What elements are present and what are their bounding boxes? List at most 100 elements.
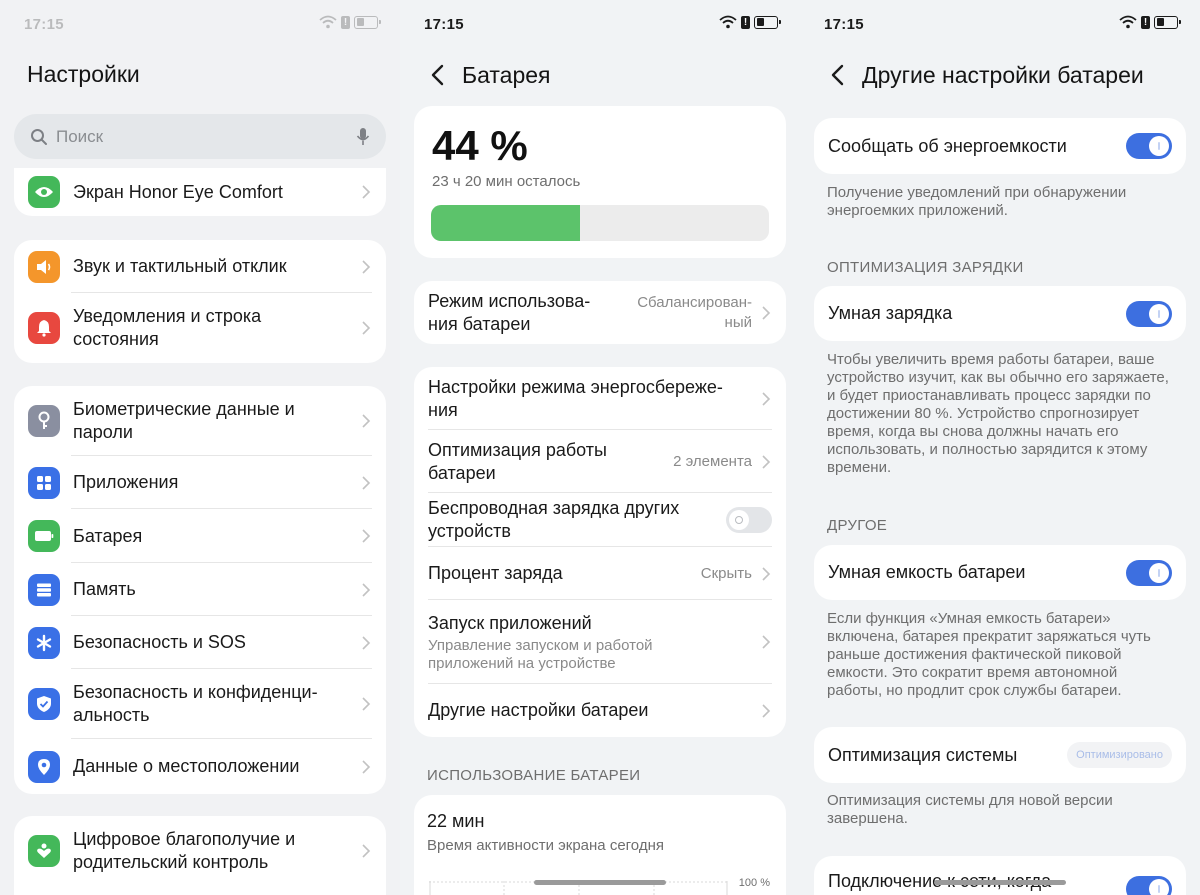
settings-item-label: Цифровое благополучие и родительский кон… bbox=[73, 829, 296, 872]
search-placeholder: Поиск bbox=[56, 126, 104, 146]
chevron-right-icon bbox=[362, 321, 371, 335]
settings-item-privacy[interactable]: Безопасность и конфиденци­альность bbox=[14, 669, 386, 739]
bell-icon bbox=[28, 312, 60, 344]
status-time: 17:15 bbox=[824, 16, 864, 33]
settings-item-label: Безопасность и SOS bbox=[73, 632, 246, 652]
settings-item-storage[interactable]: Память bbox=[14, 563, 386, 616]
mode-card: Режим использова­ния батареи Сбалансиров… bbox=[414, 281, 786, 344]
battery-screen: 17:15 ! Батарея 44 % 23 ч 20 мин осталос… bbox=[400, 0, 800, 895]
network-card: Подключение к сети, когда bbox=[814, 856, 1186, 895]
chevron-right-icon bbox=[762, 305, 771, 320]
eye-icon bbox=[28, 176, 60, 208]
battery-mode-item[interactable]: Режим использова­ния батареи Сбалансиров… bbox=[414, 281, 786, 344]
power-saving-item[interactable]: Настройки режима энергосбереже­ния bbox=[414, 367, 786, 430]
home-indicator[interactable] bbox=[934, 880, 1066, 885]
report-energy-toggle[interactable] bbox=[1126, 133, 1172, 159]
settings-item-label: Звук и тактильный отклик bbox=[73, 256, 287, 276]
status-bar: 17:15 ! bbox=[0, 0, 400, 50]
settings-item-sound[interactable]: Звук и тактильный отклик bbox=[14, 240, 386, 293]
search-input[interactable]: Поиск bbox=[14, 114, 386, 159]
system-optimization-item[interactable]: Оптимизация системы Оптимизировано bbox=[814, 727, 1186, 783]
app-launch-item[interactable]: Запуск приложений Управление запуском и … bbox=[414, 600, 786, 684]
chevron-right-icon bbox=[362, 185, 371, 199]
alert-icon: ! bbox=[341, 15, 350, 29]
settings-item-label: Данные о местоположении bbox=[73, 756, 300, 776]
battery-status-icon bbox=[754, 15, 781, 29]
settings-item-battery[interactable]: Батарея bbox=[14, 509, 386, 563]
settings-item-eye-comfort[interactable]: Экран Honor Eye Comfort bbox=[14, 168, 386, 216]
smart-charge-label: Умная зарядка bbox=[828, 303, 953, 323]
battery-status-icon bbox=[1154, 15, 1181, 29]
toggle-knob bbox=[1149, 136, 1169, 156]
settings-item-apps[interactable]: Приложения bbox=[14, 456, 386, 509]
settings-item-location[interactable]: Данные о местоположении bbox=[14, 739, 386, 794]
chevron-right-icon bbox=[362, 582, 371, 597]
chevron-right-icon bbox=[362, 475, 371, 490]
settings-item-label: Память bbox=[73, 579, 136, 599]
battery-level-bar bbox=[431, 205, 769, 241]
status-bar: 17:15 ! bbox=[400, 0, 800, 50]
page-title: Настройки bbox=[27, 61, 140, 87]
wireless-charging-toggle[interactable] bbox=[726, 507, 772, 533]
toggle-knob bbox=[1149, 562, 1169, 583]
storage-icon bbox=[28, 573, 60, 606]
microphone-icon[interactable] bbox=[356, 127, 370, 147]
settings-item-label: Батарея bbox=[73, 525, 143, 546]
settings-screen: 17:15 ! Настройки Поиск Экран Honor Eye … bbox=[0, 0, 400, 895]
smart-charge-toggle[interactable] bbox=[1126, 300, 1172, 327]
settings-item-biometrics[interactable]: Биометрические данные и пароли bbox=[14, 386, 386, 456]
report-energy-item: Сообщать об энергоемкости bbox=[814, 118, 1186, 174]
battery-optimization-value: 2 элемента bbox=[673, 452, 752, 470]
wifi-icon bbox=[719, 15, 737, 29]
smart-capacity-card: Умная емкость батареи bbox=[814, 545, 1186, 600]
charge-percent-item[interactable]: Процент заряда Скрыть bbox=[414, 547, 786, 600]
apps-grid-icon bbox=[28, 466, 60, 499]
chevron-right-icon bbox=[362, 259, 371, 274]
sound-card: Звук и тактильный отклик Уведомления и с… bbox=[14, 240, 386, 363]
smart-charge-description: Чтобы увеличить время работы батареи, ва… bbox=[827, 351, 1169, 476]
battery-optimization-label: Оптимизация работы батареи bbox=[428, 439, 607, 483]
app-launch-text: Запуск приложений Управление запуском и … bbox=[428, 612, 756, 673]
status-icons: ! bbox=[319, 15, 381, 29]
battery-mode-label: Режим использова­ния батареи bbox=[428, 290, 591, 334]
settings-item-label: Уведомления и строка состояния bbox=[73, 306, 262, 349]
page-title: Батарея bbox=[462, 62, 551, 88]
wellbeing-card: Цифровое благополучие и родительский кон… bbox=[14, 816, 386, 895]
settings-item-wellbeing[interactable]: Цифровое благополучие и родительский кон… bbox=[14, 816, 386, 886]
settings-item-label: Биометрические данные и пароли bbox=[73, 399, 295, 442]
smart-capacity-toggle[interactable] bbox=[1126, 559, 1172, 586]
app-launch-label: Запуск приложений bbox=[428, 612, 592, 633]
chevron-right-icon bbox=[362, 697, 371, 711]
back-arrow-icon[interactable] bbox=[426, 62, 452, 88]
other-section-header: ДРУГОЕ bbox=[827, 517, 888, 534]
system-optimization-label: Оптимизация системы bbox=[828, 744, 1018, 765]
back-arrow-icon[interactable] bbox=[826, 62, 852, 88]
speaker-icon bbox=[28, 250, 60, 283]
shield-icon bbox=[28, 688, 60, 720]
chevron-right-icon bbox=[362, 414, 371, 428]
smart-capacity-item: Умная емкость батареи bbox=[814, 545, 1186, 600]
settings-item-sos[interactable]: Безопасность и SOS bbox=[14, 616, 386, 669]
usage-section-header: ИСПОЛЬЗОВАНИЕ БАТАРЕИ bbox=[427, 767, 641, 784]
location-pin-icon bbox=[28, 750, 60, 783]
smart-charge-card: Умная зарядка bbox=[814, 286, 1186, 341]
heart-person-icon bbox=[28, 835, 60, 867]
wireless-charging-item: Беспроводная зарядка других устройств bbox=[414, 493, 786, 547]
wifi-icon bbox=[1119, 15, 1137, 29]
toggle-knob bbox=[729, 510, 749, 530]
network-connection-toggle[interactable] bbox=[1126, 876, 1172, 895]
settings-item-notifications[interactable]: Уведомления и строка состояния bbox=[14, 293, 386, 363]
usage-chart-max-label: 100 % bbox=[738, 877, 770, 889]
status-time: 17:15 bbox=[24, 16, 64, 33]
other-battery-settings-item[interactable]: Другие настройки батареи bbox=[414, 684, 786, 737]
settings-item-label: Приложения bbox=[73, 472, 179, 492]
chevron-right-icon bbox=[762, 566, 771, 581]
display-card: Экран Honor Eye Comfort bbox=[14, 168, 386, 216]
main-settings-card: Биометрические данные и пароли Приложени… bbox=[14, 386, 386, 794]
wifi-icon bbox=[319, 15, 337, 29]
settings-item-label: Безопасность и конфиденци­альность bbox=[73, 682, 318, 725]
search-icon bbox=[31, 128, 47, 145]
home-indicator[interactable] bbox=[534, 880, 666, 885]
battery-optimization-item[interactable]: Оптимизация работы батареи 2 элемента bbox=[414, 430, 786, 493]
system-optimization-card: Оптимизация системы Оптимизировано bbox=[814, 727, 1186, 783]
